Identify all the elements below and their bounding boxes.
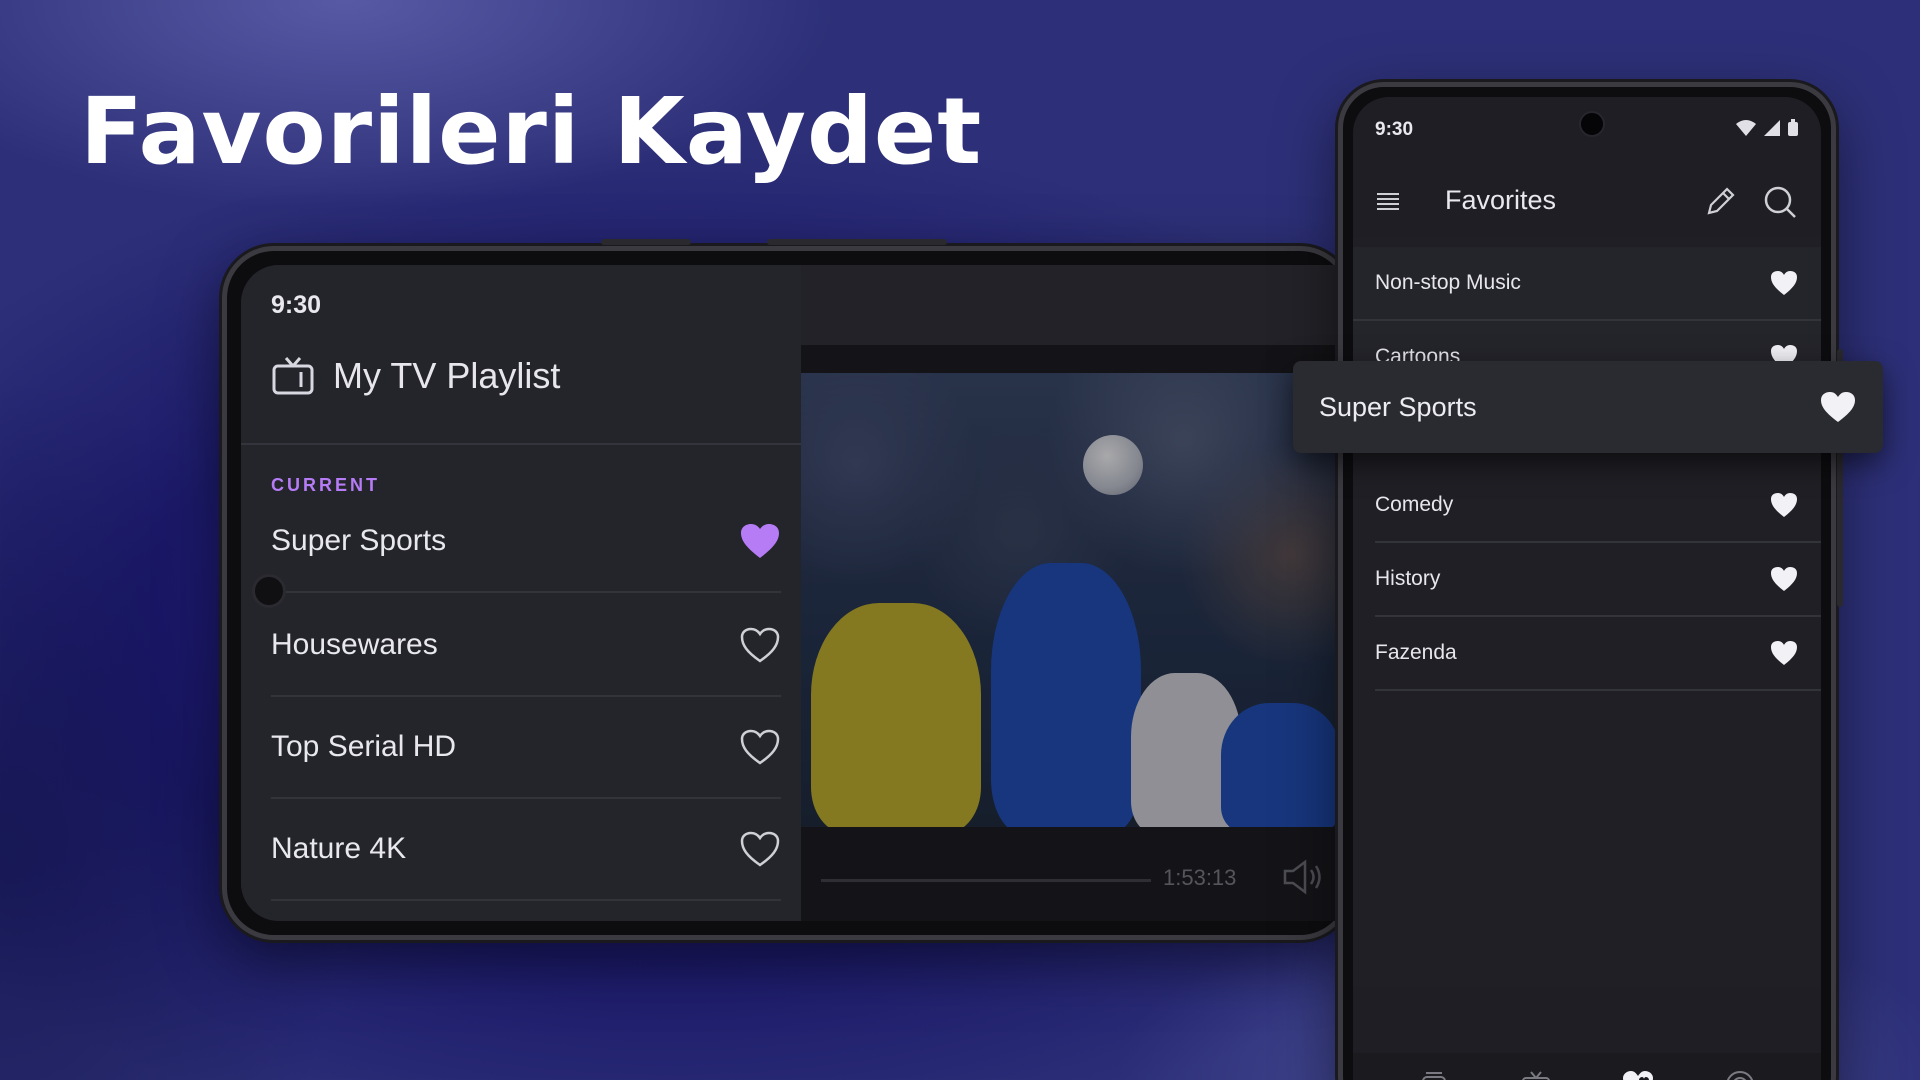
edit-icon[interactable]: [1703, 185, 1737, 219]
media-icon[interactable]: [1418, 1069, 1450, 1080]
current-channel-row[interactable]: Super Sports: [271, 491, 781, 593]
wifi-icon: [1736, 120, 1756, 136]
channel-name: Nature 4K: [271, 832, 407, 865]
progress-bar[interactable]: [821, 879, 1151, 882]
favorite-name: History: [1375, 567, 1441, 590]
channel-row[interactable]: Housewares: [271, 595, 781, 697]
heart-filled-icon[interactable]: [739, 522, 781, 560]
favorite-row[interactable]: Comedy: [1375, 469, 1821, 543]
battery-icon: [1788, 119, 1798, 136]
channel-name: Super Sports: [271, 524, 447, 557]
menu-icon[interactable]: [1375, 189, 1401, 213]
page-title: Favorites: [1445, 185, 1557, 215]
favorite-name: Fazenda: [1375, 641, 1457, 664]
phone-button: [767, 239, 947, 245]
favorite-row[interactable]: History: [1375, 543, 1821, 617]
headline: Favorileri Kaydet: [80, 78, 983, 185]
video-frame[interactable]: [801, 373, 1347, 827]
channel-row[interactable]: Top Serial HD: [271, 697, 781, 799]
video-player[interactable]: 1:53:13: [801, 345, 1347, 921]
app-bar: Favorites: [1353, 169, 1821, 237]
front-camera: [252, 574, 286, 608]
bottom-navigation: [1353, 1053, 1821, 1080]
tv-icon[interactable]: [1520, 1069, 1552, 1080]
favorites-icon[interactable]: [1622, 1069, 1654, 1080]
heart-filled-icon[interactable]: [1769, 565, 1799, 593]
heart-outline-icon[interactable]: [739, 626, 781, 664]
video-overlay: [801, 373, 1347, 827]
radio-icon[interactable]: [1724, 1069, 1756, 1080]
landscape-phone: 9:30 My TV Playlist CURRENT Super Sports: [222, 239, 1352, 940]
heart-filled-icon[interactable]: [1769, 269, 1799, 297]
favorite-name: Non-stop Music: [1375, 271, 1521, 294]
playlist-sidebar: 9:30 My TV Playlist CURRENT Super Sports: [241, 265, 801, 921]
heart-filled-icon[interactable]: [1819, 390, 1857, 424]
portrait-screen: 9:30 Favorites Non-stop Music Cartoons C…: [1353, 97, 1821, 1080]
dragging-favorite-card[interactable]: Super Sports: [1293, 361, 1883, 453]
search-icon[interactable]: [1763, 185, 1797, 219]
phone-button: [1837, 447, 1843, 607]
playlist-header: My TV Playlist: [271, 355, 560, 397]
status-time: 9:30: [271, 291, 322, 319]
status-icons: [1735, 119, 1799, 137]
status-time: 9:30: [1375, 119, 1414, 140]
divider: [241, 443, 801, 445]
landscape-screen: 9:30 My TV Playlist CURRENT Super Sports: [241, 265, 1347, 921]
channel-row[interactable]: Nature 4K: [271, 799, 781, 901]
tv-icon: [272, 357, 314, 395]
timecode: 1:53:13: [1163, 865, 1237, 890]
heart-filled-icon[interactable]: [1769, 491, 1799, 519]
favorite-row[interactable]: Fazenda: [1375, 617, 1821, 691]
phone-button: [601, 239, 691, 245]
favorite-name: Super Sports: [1319, 391, 1477, 422]
portrait-phone: 9:30 Favorites Non-stop Music Cartoons C…: [1338, 82, 1843, 1080]
heart-outline-icon[interactable]: [739, 728, 781, 766]
channel-name: Housewares: [271, 628, 438, 661]
heart-filled-icon[interactable]: [1769, 639, 1799, 667]
favorite-row[interactable]: Non-stop Music: [1353, 247, 1821, 321]
signal-icon: [1764, 120, 1780, 136]
front-camera: [1579, 111, 1605, 137]
channel-name: Top Serial HD: [271, 730, 457, 763]
page-title: My TV Playlist: [333, 355, 561, 396]
player-controls: 1:53:13: [801, 827, 1347, 921]
heart-outline-icon[interactable]: [739, 830, 781, 868]
volume-icon[interactable]: [1281, 857, 1325, 897]
favorite-name: Comedy: [1375, 493, 1454, 516]
